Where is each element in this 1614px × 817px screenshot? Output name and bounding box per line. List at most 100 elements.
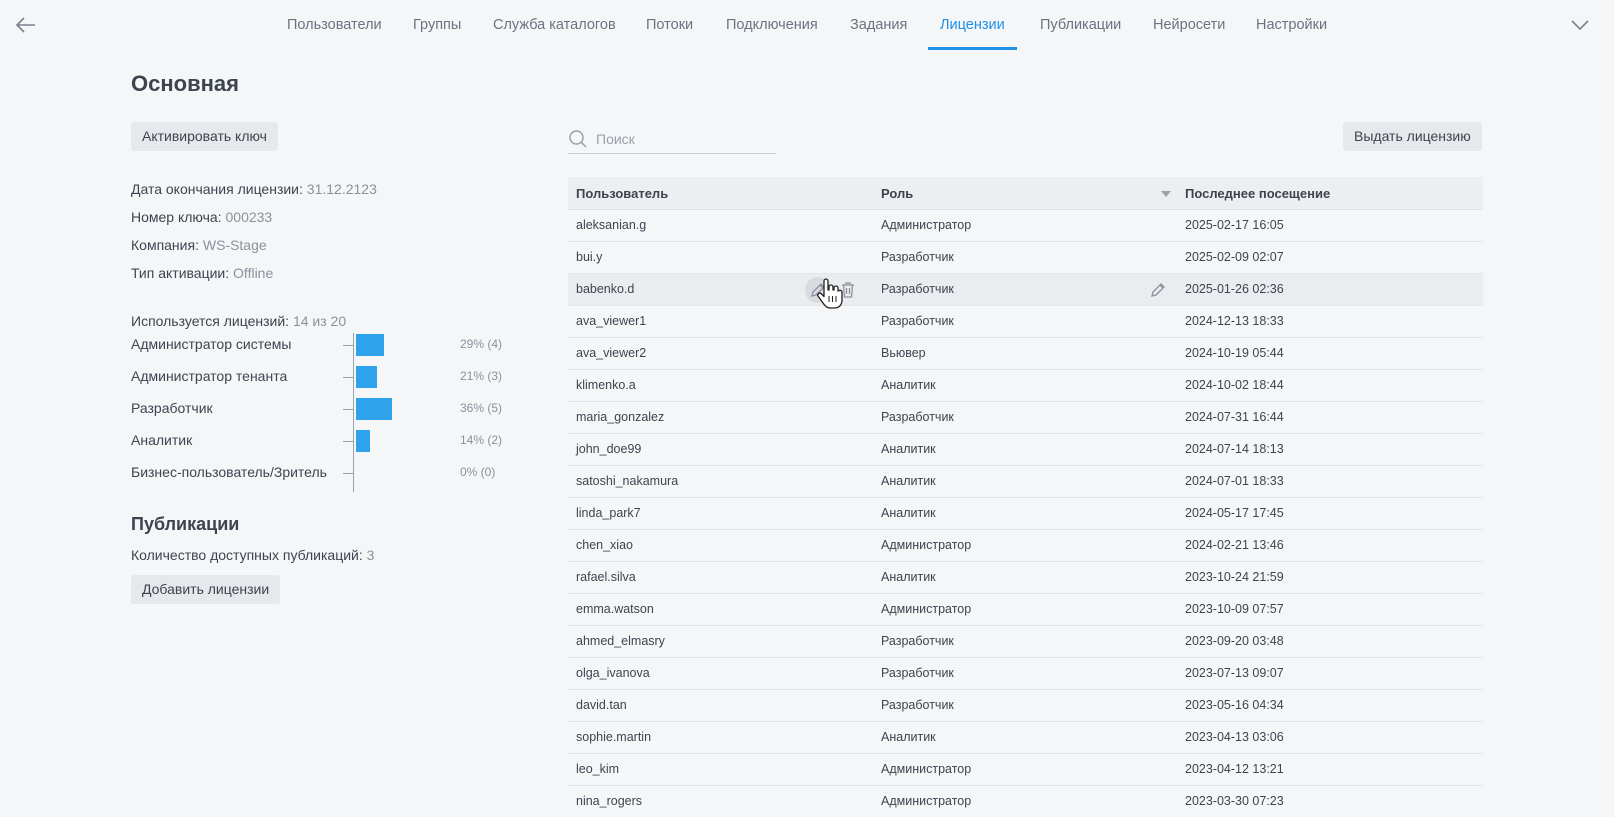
edit-role-pencil-icon[interactable] <box>1148 280 1168 300</box>
tab-10[interactable]: Настройки <box>1256 0 1327 50</box>
tab-6[interactable]: Задания <box>850 0 907 50</box>
cell-role: Аналитик <box>881 570 936 584</box>
cell-role: Разработчик <box>881 314 954 328</box>
tab-1[interactable]: Пользователи <box>287 0 382 50</box>
table-header: Пользователь Роль Последнее посещение <box>568 177 1483 210</box>
cell-user: babenko.d <box>576 282 635 296</box>
cell-visit: 2024-12-13 18:33 <box>1185 314 1284 328</box>
cell-role: Аналитик <box>881 730 936 744</box>
chevron-down-icon[interactable] <box>1570 15 1590 35</box>
tab-3[interactable]: Служба каталогов <box>493 0 616 50</box>
cell-visit: 2024-07-14 18:13 <box>1185 442 1284 456</box>
table-row[interactable]: klimenko.a Аналитик 2024-10-02 18:44 <box>568 370 1483 402</box>
table-row[interactable]: linda_park7 Аналитик 2024-05-17 17:45 <box>568 498 1483 530</box>
chart-bar <box>356 334 385 356</box>
cell-user: ava_viewer1 <box>576 314 647 328</box>
table-row[interactable]: john_doe99 Аналитик 2024-07-14 18:13 <box>568 434 1483 466</box>
table-row[interactable]: satoshi_nakamura Аналитик 2024-07-01 18:33 <box>568 466 1483 498</box>
table-row[interactable]: ahmed_elmasry Разработчик 2023-09-20 03:48 <box>568 626 1483 658</box>
chart-data-label: 14% (2) <box>460 433 503 447</box>
table-row[interactable]: sophie.martin Аналитик 2023-04-13 03:06 <box>568 722 1483 754</box>
hand-cursor-icon <box>817 278 843 309</box>
role-filter-icon[interactable] <box>1161 191 1171 197</box>
info-label: Компания: <box>131 237 199 253</box>
search-icon <box>569 130 587 148</box>
cell-visit: 2023-03-30 07:23 <box>1185 794 1284 808</box>
chart-tick <box>343 377 353 378</box>
cell-role: Администратор <box>881 602 972 616</box>
key-number: Номер ключа: 000233 <box>131 209 272 225</box>
cell-role: Разработчик <box>881 698 954 712</box>
table-row[interactable]: chen_xiao Администратор 2024-02-21 13:46 <box>568 530 1483 562</box>
cell-visit: 2024-07-31 16:44 <box>1185 410 1284 424</box>
table-row[interactable]: ava_viewer1 Разработчик 2024-12-13 18:33 <box>568 306 1483 338</box>
cell-visit: 2023-05-16 04:34 <box>1185 698 1284 712</box>
table-body: aleksanian.g Администратор 2025-02-17 16:0… <box>568 210 1483 817</box>
cell-user: olga_ivanova <box>576 666 650 680</box>
cell-visit: 2023-10-24 21:59 <box>1185 570 1284 584</box>
chart-category-label: Администратор системы <box>131 336 292 352</box>
tab-5[interactable]: Подключения <box>726 0 818 50</box>
top-navigation: Пользователи Группы Служба каталогов Потоки… <box>0 0 1614 50</box>
column-header-user[interactable]: Пользователь <box>576 177 668 210</box>
table-row[interactable]: babenko.d Разработчик 2025-01-26 02:36 <box>568 274 1483 306</box>
cell-user: klimenko.a <box>576 378 636 392</box>
column-header-role[interactable]: Роль <box>881 177 913 210</box>
search-input[interactable] <box>596 126 774 152</box>
chart-category-label: Администратор тенанта <box>131 368 288 384</box>
table-row[interactable]: bui.y Разработчик 2025-02-09 02:07 <box>568 242 1483 274</box>
chart-tick <box>343 441 353 442</box>
publications-title: Публикации <box>131 514 240 534</box>
table-row[interactable]: maria_gonzalez Разработчик 2024-07-31 16:4… <box>568 402 1483 434</box>
cell-user: linda_park7 <box>576 506 641 520</box>
license-end-date: Дата окончания лицензии: 31.12.2123 <box>131 181 377 197</box>
tab-7[interactable]: Лицензии <box>928 0 1017 50</box>
publications-value: 3 <box>366 547 375 563</box>
cell-user: aleksanian.g <box>576 218 647 232</box>
cell-role: Разработчик <box>881 666 954 680</box>
cell-role: Разработчик <box>881 282 954 296</box>
cell-user: sophie.martin <box>576 730 652 744</box>
chart-data-label: 36% (5) <box>460 401 503 415</box>
nav-tabs: Пользователи Группы Служба каталогов Потоки… <box>0 0 1614 50</box>
chart-bar <box>356 430 371 452</box>
table-row[interactable]: emma.watson Администратор 2023-10-09 07:57 <box>568 594 1483 626</box>
activate-key-button[interactable]: Активировать ключ <box>131 122 278 151</box>
cell-role: Аналитик <box>881 506 936 520</box>
cell-user: rafael.silva <box>576 570 636 584</box>
issue-license-button[interactable]: Выдать лицензию <box>1343 122 1482 151</box>
cell-visit: 2025-01-26 02:36 <box>1185 282 1284 296</box>
usage-value: 14 из 20 <box>292 313 347 329</box>
cell-visit: 2025-02-09 02:07 <box>1185 250 1284 264</box>
cell-visit: 2024-10-19 05:44 <box>1185 346 1284 360</box>
table-row[interactable]: rafael.silva Аналитик 2023-10-24 21:59 <box>568 562 1483 594</box>
info-value: Offline <box>233 265 274 281</box>
cell-user: chen_xiao <box>576 538 633 552</box>
chart-tick <box>343 345 353 346</box>
column-header-last-visit[interactable]: Последнее посещение <box>1185 177 1330 210</box>
cell-user: nina_rogers <box>576 794 643 808</box>
cell-role: Администратор <box>881 538 972 552</box>
activation-type: Тип активации: Offline <box>131 265 273 281</box>
cell-user: ava_viewer2 <box>576 346 647 360</box>
tab-4[interactable]: Потоки <box>646 0 693 50</box>
add-licenses-button[interactable]: Добавить лицензии <box>131 575 281 604</box>
table-row[interactable]: david.tan Разработчик 2023-05-16 04:34 <box>568 690 1483 722</box>
cell-user: maria_gonzalez <box>576 410 665 424</box>
cell-visit: 2023-04-12 13:21 <box>1185 762 1284 776</box>
tab-8[interactable]: Публикации <box>1040 0 1121 50</box>
cell-user: satoshi_nakamura <box>576 474 679 488</box>
cell-visit: 2024-02-21 13:46 <box>1185 538 1284 552</box>
license-role-chart: Администратор системы 29% (4) Администрато… <box>131 333 511 496</box>
info-value: WS-Stage <box>202 237 267 253</box>
table-row[interactable]: aleksanian.g Администратор 2025-02-17 16:0… <box>568 210 1483 242</box>
table-row[interactable]: leo_kim Администратор 2023-04-12 13:21 <box>568 754 1483 786</box>
cell-user: leo_kim <box>576 762 620 776</box>
cell-role: Администратор <box>881 762 972 776</box>
tab-2[interactable]: Группы <box>413 0 461 50</box>
table-row[interactable]: olga_ivanova Разработчик 2023-07-13 09:07 <box>568 658 1483 690</box>
cell-visit: 2023-10-09 07:57 <box>1185 602 1284 616</box>
table-row[interactable]: nina_rogers Администратор 2023-03-30 07:23 <box>568 786 1483 817</box>
tab-9[interactable]: Нейросети <box>1153 0 1225 50</box>
table-row[interactable]: ava_viewer2 Вьювер 2024-10-19 05:44 <box>568 338 1483 370</box>
